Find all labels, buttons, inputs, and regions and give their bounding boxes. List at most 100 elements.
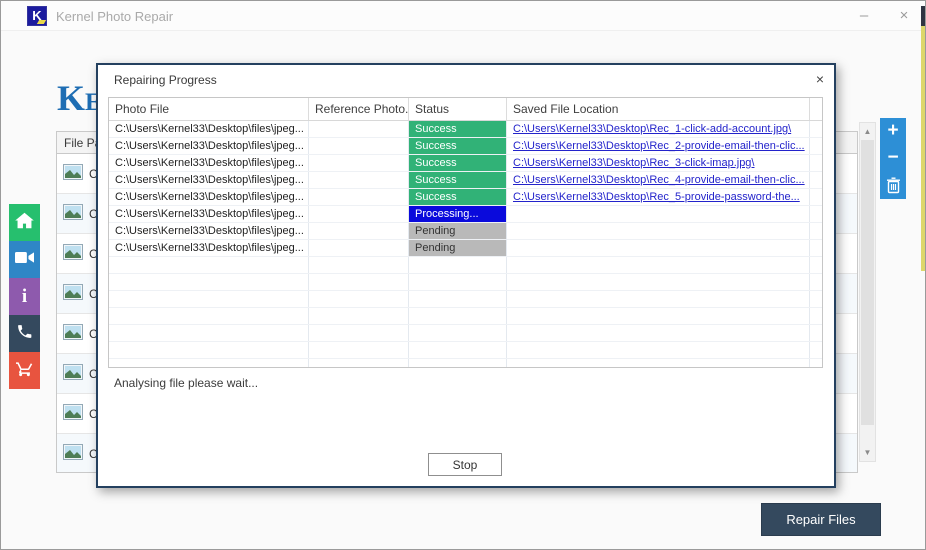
spacer-cell bbox=[810, 155, 822, 171]
app-window: K Kernel Photo Repair – × KE File Pa C:\… bbox=[0, 0, 926, 550]
progress-table-header: Photo File Reference Photo... Status Sav… bbox=[109, 98, 822, 121]
app-title: Kernel Photo Repair bbox=[56, 9, 173, 24]
status-badge: Processing... bbox=[409, 206, 506, 222]
reference-photo-cell bbox=[309, 240, 409, 256]
background-window-edge-dark bbox=[921, 6, 925, 26]
scroll-down-icon[interactable]: ▼ bbox=[860, 445, 875, 460]
column-header-status[interactable]: Status bbox=[409, 98, 507, 120]
reference-photo-cell bbox=[309, 189, 409, 205]
progress-row[interactable]: C:\Users\Kernel33\Desktop\files\jpeg... P… bbox=[109, 223, 822, 240]
titlebar: K Kernel Photo Repair – × bbox=[1, 1, 925, 31]
progress-table-body: C:\Users\Kernel33\Desktop\files\jpeg... S… bbox=[109, 121, 822, 368]
progress-row[interactable]: C:\Users\Kernel33\Desktop\files\jpeg...S… bbox=[109, 121, 822, 138]
status-badge: Pending bbox=[409, 240, 506, 256]
empty-row bbox=[109, 342, 822, 359]
photo-thumbnail-icon bbox=[63, 244, 83, 263]
empty-row bbox=[109, 274, 822, 291]
photo-thumbnail-icon bbox=[63, 204, 83, 223]
status-cell: Success bbox=[409, 172, 507, 188]
status-cell: Success bbox=[409, 121, 507, 137]
photo-file-cell: C:\Users\Kernel33\Desktop\files\jpeg... bbox=[109, 240, 309, 256]
saved-location-cell bbox=[507, 240, 810, 256]
column-header-photo-file[interactable]: Photo File bbox=[109, 98, 309, 120]
stop-button[interactable]: Stop bbox=[428, 453, 502, 476]
progress-row[interactable]: C:\Users\Kernel33\Desktop\files\jpeg...S… bbox=[109, 172, 822, 189]
spacer-cell bbox=[810, 138, 822, 154]
status-cell: Processing... bbox=[409, 206, 507, 222]
photo-thumbnail-icon bbox=[63, 284, 83, 303]
empty-row bbox=[109, 291, 822, 308]
empty-row bbox=[109, 257, 822, 274]
saved-file-link[interactable]: C:\Users\Kernel33\Desktop\Rec_4-provide-… bbox=[513, 174, 805, 186]
dialog-title: Repairing Progress bbox=[114, 73, 217, 87]
progress-row[interactable]: C:\Users\Kernel33\Desktop\files\jpeg... S… bbox=[109, 189, 822, 206]
cart-icon bbox=[15, 360, 34, 382]
saved-file-link[interactable]: C:\Users\Kernel33\Desktop\Rec_1-click-ad… bbox=[513, 123, 791, 135]
home-icon bbox=[15, 212, 34, 234]
saved-file-link[interactable]: C:\Users\Kernel33\Desktop\Rec_2-provide-… bbox=[513, 140, 805, 152]
spacer-cell bbox=[810, 223, 822, 239]
video-button[interactable] bbox=[9, 241, 40, 278]
scroll-up-icon[interactable]: ▲ bbox=[860, 124, 875, 139]
spacer-cell bbox=[810, 240, 822, 256]
window-close-button[interactable]: × bbox=[891, 5, 917, 27]
saved-location-cell bbox=[507, 223, 810, 239]
logo-accent bbox=[37, 20, 46, 24]
saved-location-cell: C:\Users\Kernel33\Desktop\Rec_4-provide-… bbox=[507, 172, 810, 188]
saved-file-link[interactable]: C:\Users\Kernel33\Desktop\Rec_5-provide-… bbox=[513, 191, 800, 203]
add-files-button[interactable]: + bbox=[880, 118, 906, 145]
status-badge: Success bbox=[409, 172, 506, 188]
saved-file-link[interactable]: C:\Users\Kernel33\Desktop\Rec_3-click-im… bbox=[513, 157, 754, 169]
phone-button[interactable] bbox=[9, 315, 40, 352]
saved-location-cell: C:\Users\Kernel33\Desktop\Rec_5-provide-… bbox=[507, 189, 810, 205]
empty-row bbox=[109, 359, 822, 368]
photo-file-cell: C:\Users\Kernel33\Desktop\files\jpeg... bbox=[109, 189, 309, 205]
progress-table: Photo File Reference Photo... Status Sav… bbox=[108, 97, 823, 368]
column-header-saved-file-location[interactable]: Saved File Location bbox=[507, 98, 810, 120]
photo-file-cell: C:\Users\Kernel33\Desktop\files\jpeg... bbox=[109, 223, 309, 239]
saved-location-cell bbox=[507, 206, 810, 222]
repair-files-button[interactable]: Repair Files bbox=[761, 503, 881, 536]
progress-row[interactable]: C:\Users\Kernel33\Desktop\files\jpeg... S… bbox=[109, 155, 822, 172]
progress-row[interactable]: C:\Users\Kernel33\Desktop\files\jpeg... P… bbox=[109, 240, 822, 257]
status-cell: Pending bbox=[409, 223, 507, 239]
kernel-logo-letter-k: K bbox=[57, 78, 85, 118]
kernel-logo-text: KE bbox=[57, 77, 102, 119]
status-badge: Pending bbox=[409, 223, 506, 239]
photo-file-cell: C:\Users\Kernel33\Desktop\files\jpeg... bbox=[109, 155, 309, 171]
reference-photo-cell bbox=[309, 138, 409, 154]
dialog-close-button[interactable]: × bbox=[811, 70, 829, 88]
reference-photo-cell bbox=[309, 172, 409, 188]
delete-files-button[interactable] bbox=[880, 172, 906, 199]
minimize-button[interactable]: – bbox=[851, 5, 877, 27]
trash-icon bbox=[886, 178, 901, 199]
progress-row[interactable]: C:\Users\Kernel33\Desktop\files\jpeg...P… bbox=[109, 206, 822, 223]
progress-row[interactable]: C:\Users\Kernel33\Desktop\files\jpeg...S… bbox=[109, 138, 822, 155]
photo-thumbnail-icon bbox=[63, 324, 83, 343]
saved-location-cell: C:\Users\Kernel33\Desktop\Rec_1-click-ad… bbox=[507, 121, 810, 137]
status-badge: Success bbox=[409, 155, 506, 171]
status-cell: Success bbox=[409, 138, 507, 154]
photo-thumbnail-icon bbox=[63, 364, 83, 383]
cart-button[interactable] bbox=[9, 352, 40, 389]
status-message: Analysing file please wait... bbox=[114, 376, 258, 390]
photo-thumbnail-icon bbox=[63, 164, 83, 183]
column-header-reference-photo[interactable]: Reference Photo... bbox=[309, 98, 409, 120]
info-button[interactable]: i bbox=[9, 278, 40, 315]
photo-thumbnail-icon bbox=[63, 444, 83, 463]
home-button[interactable] bbox=[9, 204, 40, 241]
scrollbar-thumb[interactable] bbox=[861, 140, 874, 425]
spacer-cell bbox=[810, 121, 822, 137]
vertical-scrollbar[interactable]: ▲ ▼ bbox=[859, 122, 876, 462]
info-icon: i bbox=[22, 286, 27, 308]
repairing-progress-dialog: Repairing Progress × Photo File Referenc… bbox=[96, 63, 836, 488]
reference-photo-cell bbox=[309, 121, 409, 137]
saved-location-cell: C:\Users\Kernel33\Desktop\Rec_3-click-im… bbox=[507, 155, 810, 171]
status-cell: Success bbox=[409, 155, 507, 171]
remove-files-button[interactable]: − bbox=[880, 145, 906, 172]
status-badge: Success bbox=[409, 189, 506, 205]
spacer-cell bbox=[810, 172, 822, 188]
status-cell: Pending bbox=[409, 240, 507, 256]
empty-row bbox=[109, 308, 822, 325]
app-logo-icon: K bbox=[27, 6, 47, 26]
